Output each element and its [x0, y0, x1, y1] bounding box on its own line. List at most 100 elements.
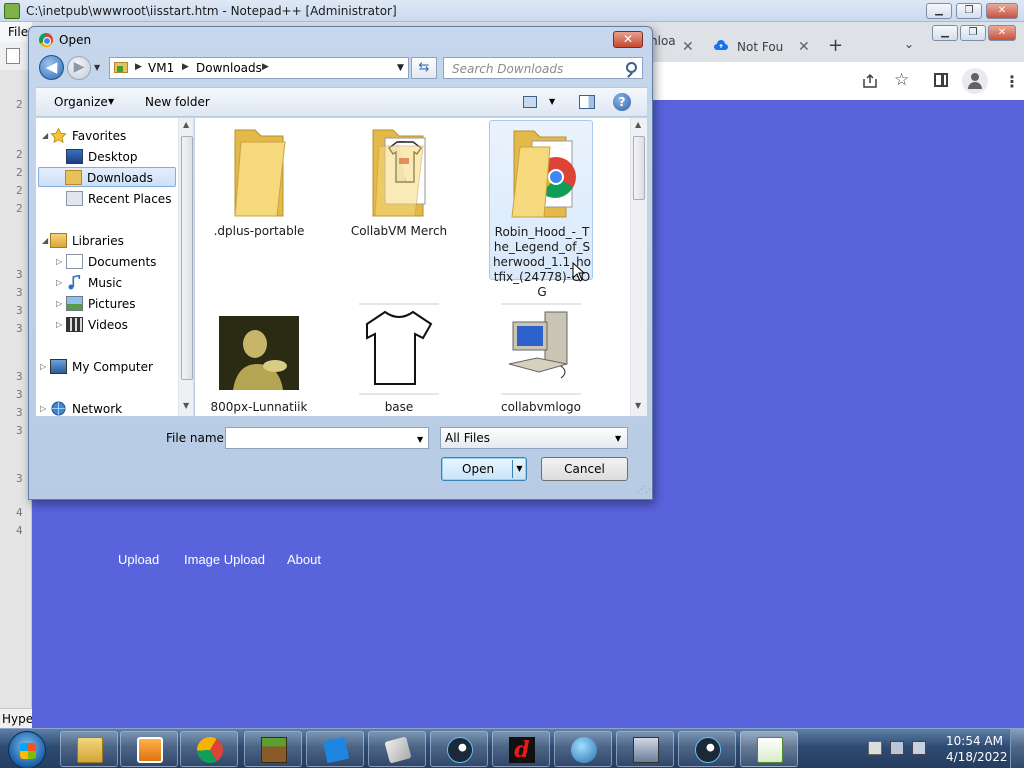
- taskbar-app[interactable]: [60, 731, 118, 767]
- scroll-thumb[interactable]: [633, 136, 645, 200]
- nav-videos[interactable]: ▷ Videos: [56, 315, 176, 335]
- collapse-icon[interactable]: ▷: [40, 404, 46, 413]
- collapse-icon[interactable]: ▷: [56, 299, 62, 308]
- file-scrollbar[interactable]: ▲ ▼: [630, 118, 647, 416]
- taskbar-app[interactable]: [180, 731, 238, 767]
- share-icon[interactable]: [862, 73, 878, 89]
- scroll-up-icon[interactable]: ▲: [183, 120, 189, 129]
- cancel-button[interactable]: Cancel: [541, 457, 628, 481]
- chrome-menu-icon[interactable]: ⋮: [1004, 72, 1020, 91]
- start-button[interactable]: [8, 731, 46, 768]
- tab-close-icon[interactable]: ✕: [682, 39, 694, 55]
- file-type-dropdown-icon[interactable]: ▼: [615, 434, 621, 443]
- file-item[interactable]: .dplus-portable: [207, 120, 311, 280]
- scroll-thumb[interactable]: [181, 136, 193, 380]
- chrome-minimize-button[interactable]: ▁: [932, 25, 958, 41]
- back-button[interactable]: ◀: [39, 55, 64, 80]
- view-dropdown-icon[interactable]: ▼: [549, 97, 555, 106]
- taskbar-app[interactable]: [244, 731, 302, 767]
- scroll-down-icon[interactable]: ▼: [635, 401, 641, 410]
- open-button[interactable]: Open ▼: [441, 457, 527, 481]
- new-file-icon[interactable]: [6, 48, 20, 64]
- expand-icon[interactable]: ◢: [42, 131, 48, 140]
- taskbar-app[interactable]: [120, 731, 178, 767]
- breadcrumb-vm1[interactable]: VM1: [148, 61, 174, 75]
- link-image-upload[interactable]: Image Upload: [184, 552, 265, 567]
- collapse-icon[interactable]: ▷: [56, 257, 62, 266]
- file-name-input[interactable]: [225, 427, 429, 449]
- preview-pane-icon[interactable]: [579, 95, 595, 109]
- notepad-maximize-button[interactable]: ❐: [956, 3, 982, 19]
- nav-scrollbar[interactable]: ▲ ▼: [178, 118, 193, 416]
- tab-close-icon[interactable]: ✕: [798, 39, 810, 55]
- side-panel-icon[interactable]: [934, 73, 948, 87]
- taskbar-app[interactable]: [306, 731, 364, 767]
- link-upload[interactable]: Upload: [118, 552, 159, 567]
- chrome-maximize-button[interactable]: ❐: [960, 25, 986, 41]
- nav-pictures[interactable]: ▷ Pictures: [56, 294, 176, 314]
- file-item[interactable]: collabvmlogo: [489, 296, 593, 416]
- taskbar-app[interactable]: d: [492, 731, 550, 767]
- expand-icon[interactable]: ◢: [42, 236, 48, 245]
- recent-locations-dropdown[interactable]: ▼: [94, 63, 100, 72]
- help-icon[interactable]: ?: [613, 93, 631, 111]
- new-tab-icon[interactable]: +: [828, 35, 843, 56]
- search-input[interactable]: Search Downloads: [443, 57, 643, 79]
- taskbar-app[interactable]: [678, 731, 736, 767]
- nav-network[interactable]: ▷ Network: [40, 399, 170, 416]
- file-item[interactable]: CollabVM Merch: [347, 120, 451, 280]
- organize-button[interactable]: Organize: [54, 95, 108, 109]
- link-about[interactable]: About: [287, 552, 321, 567]
- action-center-flag-icon[interactable]: [868, 741, 882, 755]
- dialog-close-button[interactable]: ✕: [613, 31, 643, 48]
- notepad-minimize-button[interactable]: ▁: [926, 3, 952, 19]
- taskbar-app[interactable]: [554, 731, 612, 767]
- scroll-up-icon[interactable]: ▲: [635, 120, 641, 129]
- address-bar[interactable]: ▶ VM1 ▶ Downloads ▶ ▼: [109, 57, 409, 79]
- refresh-button[interactable]: ⇆: [411, 57, 437, 79]
- nav-desktop[interactable]: Desktop: [66, 147, 176, 167]
- bookmark-star-icon[interactable]: ☆: [894, 70, 909, 90]
- notepad-close-button[interactable]: ✕: [986, 3, 1018, 19]
- taskbar-app-active[interactable]: [740, 731, 798, 767]
- menu-file[interactable]: File: [8, 25, 28, 39]
- change-view-icon[interactable]: [523, 96, 537, 108]
- file-type-select[interactable]: All Files ▼: [440, 427, 628, 449]
- network-icon[interactable]: [890, 741, 904, 755]
- address-dropdown-icon[interactable]: ▼: [397, 63, 404, 73]
- notepad-titlebar[interactable]: C:\inetpub\wwwroot\iisstart.htm - Notepa…: [0, 0, 1024, 22]
- collapse-icon[interactable]: ▷: [40, 362, 46, 371]
- breadcrumb-downloads[interactable]: Downloads: [196, 61, 262, 75]
- nav-favorites[interactable]: ◢ Favorites: [42, 126, 170, 146]
- scroll-down-icon[interactable]: ▼: [183, 401, 189, 410]
- open-split-dropdown-icon[interactable]: ▼: [512, 460, 526, 478]
- search-icon[interactable]: [626, 62, 637, 73]
- nav-recent-places[interactable]: Recent Places: [66, 189, 176, 209]
- nav-libraries[interactable]: ◢ Libraries: [42, 231, 170, 251]
- clock-date[interactable]: 4/18/2022: [946, 750, 1008, 764]
- nav-my-computer[interactable]: ▷ My Computer: [40, 357, 175, 377]
- file-item[interactable]: base: [347, 296, 451, 416]
- new-folder-button[interactable]: New folder: [145, 95, 210, 109]
- tab-list-chevron-icon[interactable]: ⌄: [904, 37, 914, 51]
- clock-time[interactable]: 10:54 AM: [946, 734, 1003, 748]
- organize-dropdown-icon[interactable]: ▼: [108, 97, 114, 106]
- nav-downloads[interactable]: Downloads: [38, 167, 176, 187]
- forward-button[interactable]: ▶: [67, 56, 91, 80]
- taskbar-app[interactable]: [430, 731, 488, 767]
- breadcrumb-separator-icon[interactable]: ▶: [182, 62, 189, 72]
- taskbar-app[interactable]: [616, 731, 674, 767]
- taskbar-app[interactable]: [368, 731, 426, 767]
- show-desktop-button[interactable]: [1010, 729, 1024, 768]
- tab-downloads[interactable]: nloa: [650, 34, 676, 60]
- nav-music[interactable]: ▷ Music: [56, 273, 176, 293]
- breadcrumb-separator-icon[interactable]: ▶: [135, 62, 142, 72]
- breadcrumb-separator-icon[interactable]: ▶: [262, 62, 269, 72]
- profile-avatar-icon[interactable]: [962, 68, 988, 94]
- nav-documents[interactable]: ▷ Documents: [56, 252, 176, 272]
- file-item-selected[interactable]: Robin_Hood_-_The_Legend_of_Sherwood_1.1_…: [489, 120, 593, 299]
- collapse-icon[interactable]: ▷: [56, 278, 62, 287]
- file-item[interactable]: 800px-Lunnatiik_the_retard: [207, 296, 311, 416]
- collapse-icon[interactable]: ▷: [56, 320, 62, 329]
- chrome-close-button[interactable]: ✕: [988, 25, 1016, 41]
